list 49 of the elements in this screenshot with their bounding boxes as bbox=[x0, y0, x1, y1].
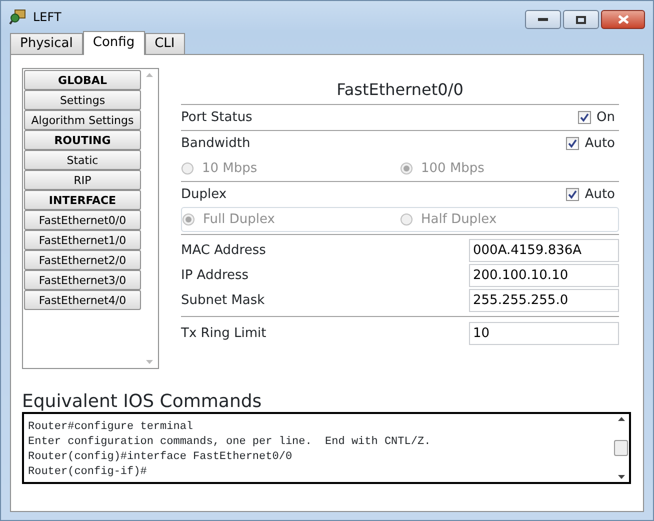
section-header-button[interactable]: INTERFACE bbox=[24, 190, 141, 210]
checkbox[interactable]: Auto bbox=[566, 184, 615, 204]
sidebar-item[interactable]: FastEthernet2/0 bbox=[24, 250, 141, 270]
scroll-up-icon[interactable] bbox=[618, 417, 624, 421]
section-title: Equivalent IOS Commands bbox=[22, 391, 263, 412]
window-title: LEFT bbox=[33, 8, 62, 26]
text-field[interactable]: 255.255.255.0 bbox=[469, 289, 619, 312]
field-label: Subnet Mask bbox=[181, 292, 265, 310]
checkmark-icon bbox=[568, 190, 577, 199]
scroll-thumb[interactable] bbox=[614, 440, 628, 456]
close-icon bbox=[618, 15, 628, 24]
tab[interactable]: Physical bbox=[10, 33, 83, 54]
field-label: Bandwidth bbox=[181, 134, 250, 153]
field-label: MAC Address bbox=[181, 242, 266, 260]
tab[interactable]: Config bbox=[82, 31, 145, 55]
console-line: Router(config)#interface FastEthernet0/0 bbox=[28, 450, 294, 465]
text-field[interactable]: 10 bbox=[469, 322, 619, 345]
sidebar-item[interactable]: FastEthernet4/0 bbox=[24, 290, 141, 310]
tab[interactable]: CLI bbox=[144, 33, 185, 54]
maximize-icon bbox=[576, 16, 586, 24]
sidebar-item[interactable]: FastEthernet0/0 bbox=[24, 210, 141, 230]
checkmark-icon bbox=[580, 113, 589, 122]
field-label: Port Status bbox=[181, 108, 252, 127]
sidebar-item[interactable]: Static bbox=[24, 150, 141, 170]
minimize-icon bbox=[538, 18, 548, 22]
console-line: Enter configuration commands, one per line. End with CNTL/Z. bbox=[28, 435, 432, 450]
sidebar-item[interactable]: FastEthernet1/0 bbox=[24, 230, 141, 250]
checkbox[interactable]: On bbox=[578, 108, 615, 128]
interface-title: FastEthernet0/0 bbox=[181, 68, 619, 105]
console-line: Router#configure terminal bbox=[28, 420, 194, 435]
sidebar-item[interactable]: RIP bbox=[24, 170, 141, 190]
checkbox[interactable]: Auto bbox=[566, 134, 615, 154]
console-line: Router(config-if)# bbox=[28, 465, 148, 480]
section-header-button[interactable]: ROUTING bbox=[24, 130, 141, 150]
maximize-button[interactable] bbox=[563, 10, 599, 29]
sidebar-item[interactable]: Algorithm Settings bbox=[24, 110, 141, 130]
text-field[interactable]: 000A.4159.836A bbox=[469, 239, 619, 262]
sidebar-item[interactable]: Settings bbox=[24, 90, 141, 110]
section-header-button[interactable]: GLOBAL bbox=[24, 70, 141, 90]
field-label: IP Address bbox=[181, 266, 249, 285]
text-field[interactable]: 200.100.10.10 bbox=[469, 264, 619, 287]
close-button[interactable] bbox=[601, 10, 645, 29]
router-icon bbox=[9, 8, 27, 24]
scroll-down-icon[interactable] bbox=[618, 475, 624, 479]
sidebar-item[interactable]: FastEthernet3/0 bbox=[24, 270, 141, 290]
minimize-button[interactable] bbox=[525, 10, 561, 29]
field-label: Tx Ring Limit bbox=[181, 324, 266, 343]
field-label: Duplex bbox=[181, 186, 227, 204]
checkmark-icon bbox=[568, 139, 577, 148]
